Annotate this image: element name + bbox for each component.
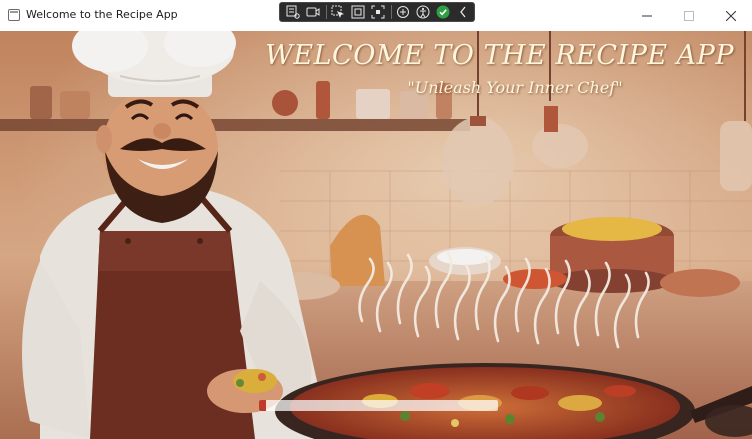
collapse-icon[interactable] [454, 3, 472, 21]
debug-toolbar [279, 2, 475, 22]
hot-reload-check-icon[interactable] [434, 3, 452, 21]
loading-progress-fill [259, 400, 267, 411]
minimize-button[interactable] [626, 0, 668, 31]
maximize-button[interactable] [668, 0, 710, 31]
minimize-icon [642, 15, 652, 16]
window-title: Welcome to the Recipe App [26, 8, 178, 21]
chef-kitchen-illustration [0, 31, 752, 439]
select-element-icon[interactable] [329, 3, 347, 21]
close-button[interactable] [710, 0, 752, 31]
accessibility-icon[interactable] [414, 3, 432, 21]
welcome-title: WELCOME TO THE RECIPE APP [265, 40, 734, 71]
splash-screen: WELCOME TO THE RECIPE APP "Unleash Your … [0, 31, 752, 439]
toolbar-divider [326, 5, 327, 19]
display-layout-adorners-icon[interactable] [349, 3, 367, 21]
loading-progress-bar [259, 400, 498, 411]
title-bar: Welcome to the Recipe App [0, 0, 752, 31]
record-icon[interactable] [304, 3, 322, 21]
app-window: Welcome to the Recipe App WELCOME TO THE… [0, 0, 752, 439]
track-focus-icon[interactable] [369, 3, 387, 21]
tagline: "Unleash Your Inner Chef" [407, 78, 623, 97]
app-icon [8, 9, 20, 21]
binding-failures-icon[interactable] [394, 3, 412, 21]
window-controls [626, 0, 752, 31]
toolbar-divider [390, 5, 392, 19]
maximize-icon [684, 10, 694, 21]
live-visual-tree-icon[interactable] [284, 3, 302, 21]
close-icon [726, 10, 736, 21]
